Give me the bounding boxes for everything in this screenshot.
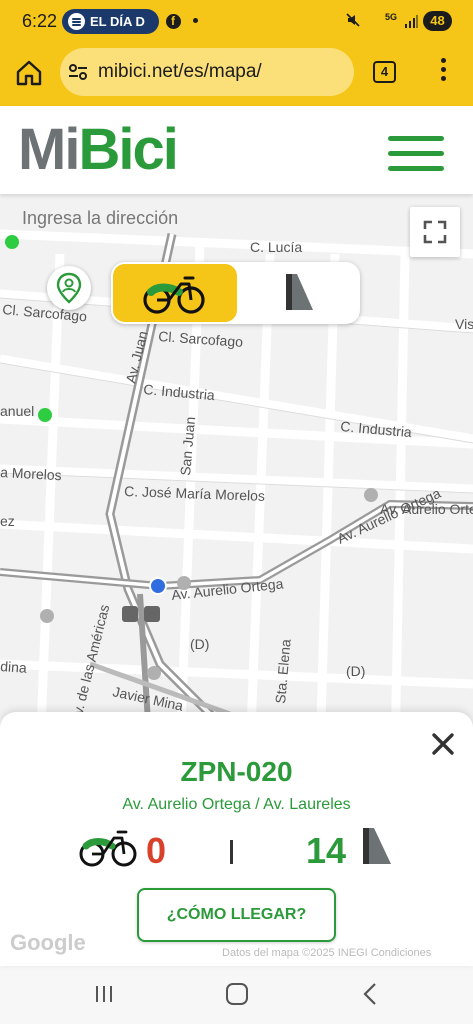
- directions-button[interactable]: ¿CÓMO LLEGAR?: [137, 888, 336, 942]
- spotify-icon: [68, 13, 85, 30]
- street-label: Sta. Elena: [272, 638, 294, 704]
- tab-switcher-button[interactable]: 4: [373, 61, 396, 83]
- street-label: Cl. Sarcofago: [158, 328, 244, 350]
- browser-toolbar: mibici.net/es/mapa/ 4: [0, 40, 473, 106]
- facebook-icon: [166, 14, 181, 29]
- home-nav-icon[interactable]: [226, 983, 248, 1005]
- recents-icon[interactable]: [94, 984, 114, 1004]
- street-label: C. José María Morelos: [124, 483, 265, 504]
- street-label: C. Lucía: [250, 239, 302, 255]
- street-label: dina: [0, 658, 28, 676]
- transit-icon: [144, 606, 160, 622]
- close-icon[interactable]: [429, 730, 457, 758]
- bike-icon: [79, 830, 137, 867]
- toggle-docks-option[interactable]: [251, 264, 351, 322]
- fullscreen-icon: [423, 220, 447, 244]
- station-marker[interactable]: [38, 408, 52, 422]
- station-marker[interactable]: [5, 235, 19, 249]
- street-label: anuel: [0, 403, 34, 419]
- dock-icon: [363, 828, 391, 864]
- news-notification-pill[interactable]: EL DÍA D: [62, 9, 159, 34]
- fullscreen-button[interactable]: [410, 207, 460, 257]
- availability-separator: [230, 840, 233, 864]
- notification-dot-icon: [193, 18, 198, 23]
- network-type: 5G: [385, 12, 398, 22]
- system-nav-bar: [0, 966, 473, 1024]
- status-bar: 6:22 EL DÍA D 5G 48: [0, 0, 473, 40]
- docks-available-count: 14: [306, 830, 347, 871]
- site-header: MiBici: [0, 106, 473, 194]
- dock-icon: [286, 274, 313, 310]
- news-pill-text: EL DÍA D: [90, 14, 145, 29]
- station-marker[interactable]: [147, 666, 161, 680]
- my-location-button[interactable]: [47, 266, 91, 310]
- logo-mi: Mi: [18, 117, 80, 182]
- station-info-card: ZPN-020 Av. Aurelio Ortega / Av. Laurele…: [0, 712, 473, 966]
- browser-menu-icon[interactable]: [436, 58, 450, 86]
- location-pin-icon: [56, 272, 82, 304]
- hamburger-menu-icon[interactable]: [388, 136, 444, 176]
- status-time: 6:22: [22, 11, 58, 31]
- battery-icon: 48: [423, 11, 452, 31]
- home-icon[interactable]: [14, 58, 44, 88]
- street-label: (D): [190, 636, 209, 652]
- street-label: a Morelos: [0, 464, 62, 483]
- site-settings-icon[interactable]: [68, 63, 88, 81]
- address-search-input[interactable]: Ingresa la dirección: [22, 208, 178, 229]
- station-address: Av. Aurelio Ortega / Av. Laureles: [122, 796, 351, 813]
- station-marker[interactable]: [364, 488, 378, 502]
- map-attribution[interactable]: Datos del mapa ©2025 INEGI Condiciones: [222, 947, 431, 959]
- current-location-dot: [149, 577, 167, 595]
- url-text: mibici.net/es/mapa/: [98, 61, 262, 82]
- street-label: (D): [346, 663, 365, 679]
- bike-icon: [143, 276, 205, 314]
- station-code: ZPN-020: [180, 756, 293, 787]
- mute-icon: [346, 13, 360, 27]
- signal-icon: [405, 15, 418, 28]
- logo-bici: Bici: [78, 117, 178, 182]
- transit-icon: [122, 606, 138, 622]
- mibici-logo[interactable]: MiBici: [18, 117, 179, 182]
- google-logo: Google: [10, 930, 86, 955]
- bikes-available-count: 0: [146, 830, 167, 871]
- back-icon[interactable]: [360, 982, 380, 1006]
- station-marker[interactable]: [40, 609, 54, 623]
- address-bar[interactable]: mibici.net/es/mapa/: [60, 48, 354, 96]
- street-label: ez: [0, 513, 15, 529]
- street-label: Vis: [455, 316, 473, 332]
- street-label: C. Industria: [143, 381, 216, 403]
- toggle-bikes-option[interactable]: [113, 264, 237, 322]
- bikes-docks-toggle[interactable]: [111, 262, 360, 324]
